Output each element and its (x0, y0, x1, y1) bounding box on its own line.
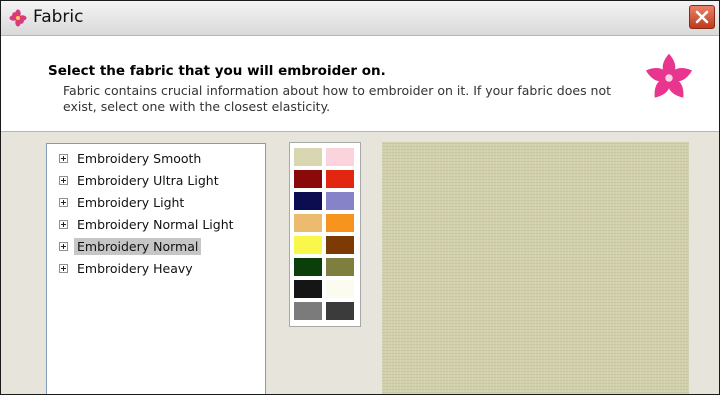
fabric-dialog: Fabric Select the fabric that you will e… (0, 0, 720, 395)
flower-logo-icon (645, 53, 693, 98)
dialog-header: Select the fabric that you will embroide… (1, 36, 719, 132)
tree-item-embroidery-normal[interactable]: Embroidery Normal (59, 236, 202, 256)
flower-icon (9, 9, 27, 27)
title-bar[interactable]: Fabric (1, 1, 719, 36)
color-swatch[interactable] (326, 280, 354, 298)
color-swatch[interactable] (294, 192, 322, 210)
expand-icon[interactable] (59, 219, 68, 229)
fabric-preview (382, 142, 689, 394)
expand-icon[interactable] (59, 197, 68, 207)
tree-item-label: Embroidery Normal Light (77, 216, 234, 232)
window-title: Fabric (33, 7, 84, 27)
expand-icon[interactable] (59, 241, 68, 251)
color-swatch[interactable] (326, 302, 354, 320)
color-swatch[interactable] (294, 148, 322, 166)
color-swatch[interactable] (326, 236, 354, 254)
expand-icon[interactable] (59, 175, 68, 185)
tree-item-label: Embroidery Smooth (77, 150, 202, 166)
tree-item-embroidery-normal-light[interactable]: Embroidery Normal Light (59, 214, 237, 234)
header-title: Select the fabric that you will embroide… (48, 63, 386, 79)
tree-item-embroidery-ultra-light[interactable]: Embroidery Ultra Light (59, 170, 222, 190)
color-swatch[interactable] (294, 280, 322, 298)
tree-item-label: Embroidery Ultra Light (77, 172, 219, 188)
color-swatch[interactable] (294, 214, 322, 232)
tree-item-label-selected: Embroidery Normal (74, 237, 202, 255)
color-swatch[interactable] (294, 170, 322, 188)
tree-item-label: Embroidery Light (77, 194, 185, 210)
color-swatch-panel (289, 142, 361, 327)
color-swatch[interactable] (326, 192, 354, 210)
header-description: Fabric contains crucial information abou… (63, 83, 612, 114)
color-swatch[interactable] (294, 258, 322, 276)
color-swatch[interactable] (326, 170, 354, 188)
tree-item-embroidery-light[interactable]: Embroidery Light (59, 192, 187, 212)
tree-item-embroidery-smooth[interactable]: Embroidery Smooth (59, 148, 204, 168)
close-button[interactable] (689, 5, 715, 29)
tree-item-label: Embroidery Heavy (77, 260, 193, 276)
color-swatch[interactable] (326, 214, 354, 232)
tree-item-embroidery-heavy[interactable]: Embroidery Heavy (59, 258, 196, 278)
close-icon (695, 10, 709, 24)
color-swatch[interactable] (294, 236, 322, 254)
color-swatch[interactable] (294, 302, 322, 320)
color-swatch[interactable] (326, 148, 354, 166)
expand-icon[interactable] (59, 263, 68, 273)
expand-icon[interactable] (59, 153, 68, 163)
fabric-tree[interactable]: Embroidery Smooth Embroidery Ultra Light… (46, 143, 266, 394)
color-swatch[interactable] (326, 258, 354, 276)
